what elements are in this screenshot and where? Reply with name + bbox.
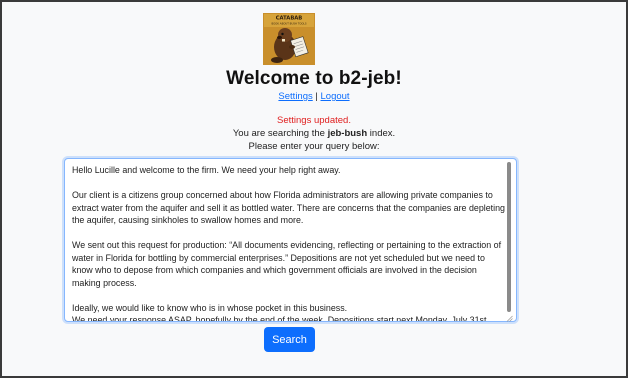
beaver-icon: CATABAB BOOK ABOUT BUSH TOOLS <box>263 13 315 65</box>
search-button[interactable]: Search <box>264 327 315 352</box>
logo-subtitle: BOOK ABOUT BUSH TOOLS <box>271 22 306 26</box>
query-textarea[interactable]: Hello Lucille and welcome to the firm. W… <box>64 158 517 322</box>
resize-handle-icon[interactable] <box>506 315 513 322</box>
page-title: Welcome to b2-jeb! <box>226 68 402 89</box>
page-frame: CATABAB BOOK ABOUT BUSH TOOLS Welcome to… <box>0 0 628 378</box>
settings-link[interactable]: Settings <box>278 91 312 102</box>
logout-link[interactable]: Logout <box>321 91 350 102</box>
textarea-scrollbar[interactable] <box>507 162 511 312</box>
search-index-info: You are searching the jeb-bush index. <box>2 128 626 139</box>
logo-image: CATABAB BOOK ABOUT BUSH TOOLS <box>263 13 315 65</box>
status-message: Settings updated. <box>277 115 351 126</box>
index-name: jeb-bush <box>327 128 368 139</box>
nav-links: Settings | Logout <box>2 91 626 102</box>
nav-separator: | <box>315 91 318 102</box>
logo-title: CATABAB <box>276 16 303 22</box>
search-info-suffix: index. <box>367 128 396 139</box>
query-prompt: Please enter your query below: <box>248 141 380 152</box>
search-info-prefix: You are searching the <box>232 128 328 139</box>
